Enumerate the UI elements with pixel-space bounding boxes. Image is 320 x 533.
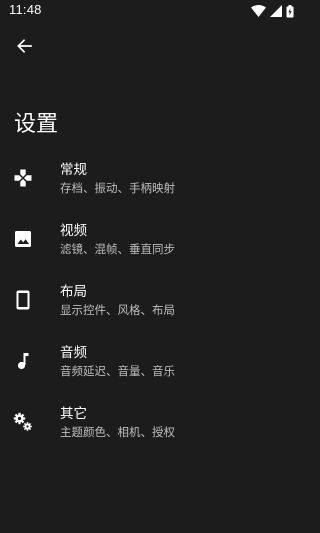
- status-bar: 11:48: [0, 0, 300, 22]
- status-time: 11:48: [9, 2, 42, 17]
- arrow-left-icon: [16, 38, 32, 58]
- page-title: 设置: [14, 112, 59, 137]
- wifi-icon: [251, 5, 266, 17]
- menu-item-title: 视频: [60, 223, 87, 239]
- menu-item-general[interactable]: 常规 存档、振动、手柄映射: [0, 150, 300, 211]
- menu-item-video[interactable]: 视频 滤镜、混帧、垂直同步: [0, 211, 300, 272]
- status-icons: [251, 3, 294, 19]
- menu-item-subtitle: 滤镜、混帧、垂直同步: [60, 242, 175, 256]
- menu-item-title: 其它: [60, 406, 87, 422]
- music-note-icon: [13, 351, 33, 371]
- menu-item-title: 常规: [60, 162, 87, 178]
- menu-item-title: 布局: [60, 284, 87, 300]
- gears-icon: [13, 412, 33, 432]
- menu-item-subtitle: 音频延迟、音量、音乐: [60, 364, 175, 378]
- phone-icon: [13, 290, 33, 310]
- signal-icon: [270, 5, 282, 17]
- image-icon: [13, 229, 33, 249]
- menu-item-layout[interactable]: 布局 显示控件、风格、布局: [0, 272, 300, 333]
- menu-item-subtitle: 存档、振动、手柄映射: [60, 181, 175, 195]
- menu-item-subtitle: 主题颜色、相机、授权: [60, 425, 175, 439]
- settings-menu: 常规 存档、振动、手柄映射 视频 滤镜、混帧、垂直同步 布局 显示控件、风格、布…: [0, 150, 300, 455]
- menu-item-subtitle: 显示控件、风格、布局: [60, 303, 175, 317]
- menu-item-other[interactable]: 其它 主题颜色、相机、授权: [0, 394, 300, 455]
- battery-icon: [286, 4, 294, 18]
- menu-item-audio[interactable]: 音频 音频延迟、音量、音乐: [0, 333, 300, 394]
- back-button[interactable]: [10, 34, 38, 62]
- gamepad-icon: [13, 168, 33, 188]
- menu-item-title: 音频: [60, 345, 87, 361]
